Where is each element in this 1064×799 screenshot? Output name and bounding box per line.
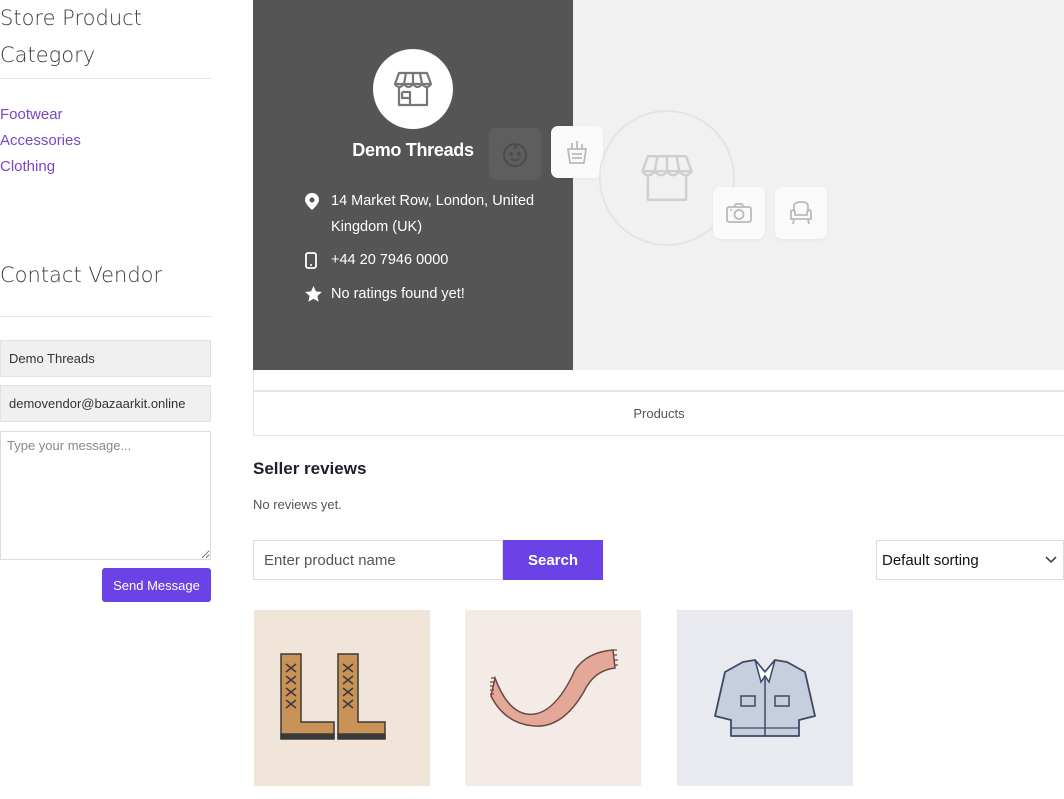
product-search-input[interactable]: [253, 540, 503, 580]
star-icon: [305, 281, 331, 307]
store-phone-row: +44 20 7946 0000: [305, 247, 448, 273]
store-banner: Demo Threads 14 Market Row, London, Unit…: [253, 0, 1064, 370]
boots-icon: [280, 653, 386, 740]
store-rating-row: No ratings found yet!: [305, 281, 465, 307]
reviews-empty-text: No reviews yet.: [253, 497, 342, 512]
chevron-down-icon: [1045, 556, 1057, 564]
baby-face-tile: [489, 128, 541, 180]
grocery-tile: [551, 126, 603, 178]
store-address: 14 Market Row, London, United Kingdom (U…: [331, 193, 535, 235]
store-address-row: 14 Market Row, London, United Kingdom (U…: [305, 188, 551, 240]
search-button[interactable]: Search: [503, 540, 603, 580]
product-card-jacket[interactable]: [677, 610, 853, 786]
categories-title: Store Product Category: [0, 6, 142, 67]
send-message-button[interactable]: Send Message: [102, 568, 211, 602]
sidebar: Store Product Category Footwear Accessor…: [0, 0, 212, 602]
seller-reviews-title: Seller reviews: [253, 459, 367, 478]
store-icon: [641, 154, 693, 202]
store-tabs: Products: [253, 391, 1064, 436]
store-phone: +44 20 7946 0000: [331, 252, 449, 268]
contact-name-field[interactable]: [0, 340, 211, 377]
category-list: Footwear Accessories Clothing: [0, 102, 212, 180]
armchair-icon: [790, 201, 812, 225]
store-icon: [393, 71, 433, 107]
tab-products[interactable]: Products: [633, 406, 684, 421]
store-info-panel: Demo Threads 14 Market Row, London, Unit…: [253, 0, 573, 370]
divider: [0, 78, 212, 79]
product-card-scarf[interactable]: [465, 610, 641, 786]
sorting-selected-value: Default sorting: [882, 551, 979, 569]
camera-tile: [713, 187, 765, 239]
divider: [0, 316, 212, 317]
category-accessories[interactable]: Accessories: [0, 128, 212, 154]
store-avatar: [373, 49, 453, 129]
category-clothing[interactable]: Clothing: [0, 154, 212, 180]
category-footwear[interactable]: Footwear: [0, 102, 212, 128]
store-rating: No ratings found yet!: [331, 286, 465, 302]
grocery-basket-icon: [566, 141, 588, 164]
scarf-icon: [490, 649, 618, 727]
product-card-boots[interactable]: [254, 610, 430, 786]
tab-strip: [253, 370, 1064, 391]
sorting-select[interactable]: Default sorting: [876, 540, 1064, 580]
contact-email-field[interactable]: [0, 385, 211, 422]
contact-message-field[interactable]: [0, 431, 211, 560]
camera-icon: [726, 203, 752, 223]
chair-tile: [775, 187, 827, 239]
baby-face-icon: [503, 143, 527, 167]
jacket-icon: [714, 659, 816, 737]
contact-vendor-title: Contact Vendor: [0, 263, 163, 287]
location-pin-icon: [305, 188, 331, 240]
mobile-phone-icon: [305, 247, 331, 273]
